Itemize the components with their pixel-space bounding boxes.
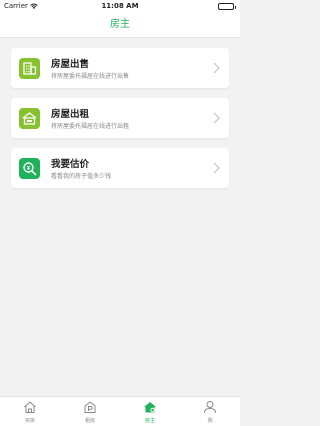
card-house-rent[interactable]: 房屋出租 将房屋委托福居在线进行出租 <box>11 98 229 138</box>
tab-label: 房主 <box>144 418 155 424</box>
chevron-right-icon <box>213 112 220 124</box>
navigation-bar: 房主 <box>0 12 240 38</box>
tab-rent[interactable]: 租房 <box>60 397 120 426</box>
tab-label: 我 <box>207 418 213 424</box>
person-icon <box>203 400 217 414</box>
chevron-right-icon <box>213 162 220 174</box>
battery-icon <box>218 3 236 10</box>
tab-buy[interactable]: 买房 <box>0 397 60 426</box>
status-time: 11:08 AM <box>101 2 139 10</box>
card-valuation[interactable]: 我要估价 看看我的房子值多少钱 <box>11 148 229 188</box>
card-house-sale[interactable]: 房屋出售 将房屋委托福居在线进行出售 <box>11 48 229 88</box>
tab-owner[interactable]: 房主 <box>120 397 180 426</box>
card-title: 房屋出租 <box>51 109 90 120</box>
house-icon <box>23 400 37 414</box>
rent-house-icon <box>83 400 97 414</box>
page-title: 房主 <box>110 19 130 30</box>
tab-label: 买房 <box>24 418 35 424</box>
card-subtitle: 看看我的房子值多少钱 <box>51 173 112 180</box>
building-sale-icon <box>19 58 40 79</box>
tab-label: 租房 <box>84 418 95 424</box>
card-title: 房屋出售 <box>51 59 90 70</box>
tab-bar: 买房 租房 房主 我 <box>0 396 240 426</box>
owner-house-icon <box>143 400 157 414</box>
house-rent-icon <box>19 108 40 129</box>
chevron-right-icon <box>213 62 220 74</box>
card-subtitle: 将房屋委托福居在线进行出售 <box>51 73 130 80</box>
tab-me[interactable]: 我 <box>180 397 240 426</box>
status-bar: Carrier 11:08 AM <box>0 0 240 12</box>
valuation-search-icon <box>19 158 40 179</box>
card-title: 我要估价 <box>51 159 90 170</box>
card-subtitle: 将房屋委托福居在线进行出租 <box>51 123 130 130</box>
